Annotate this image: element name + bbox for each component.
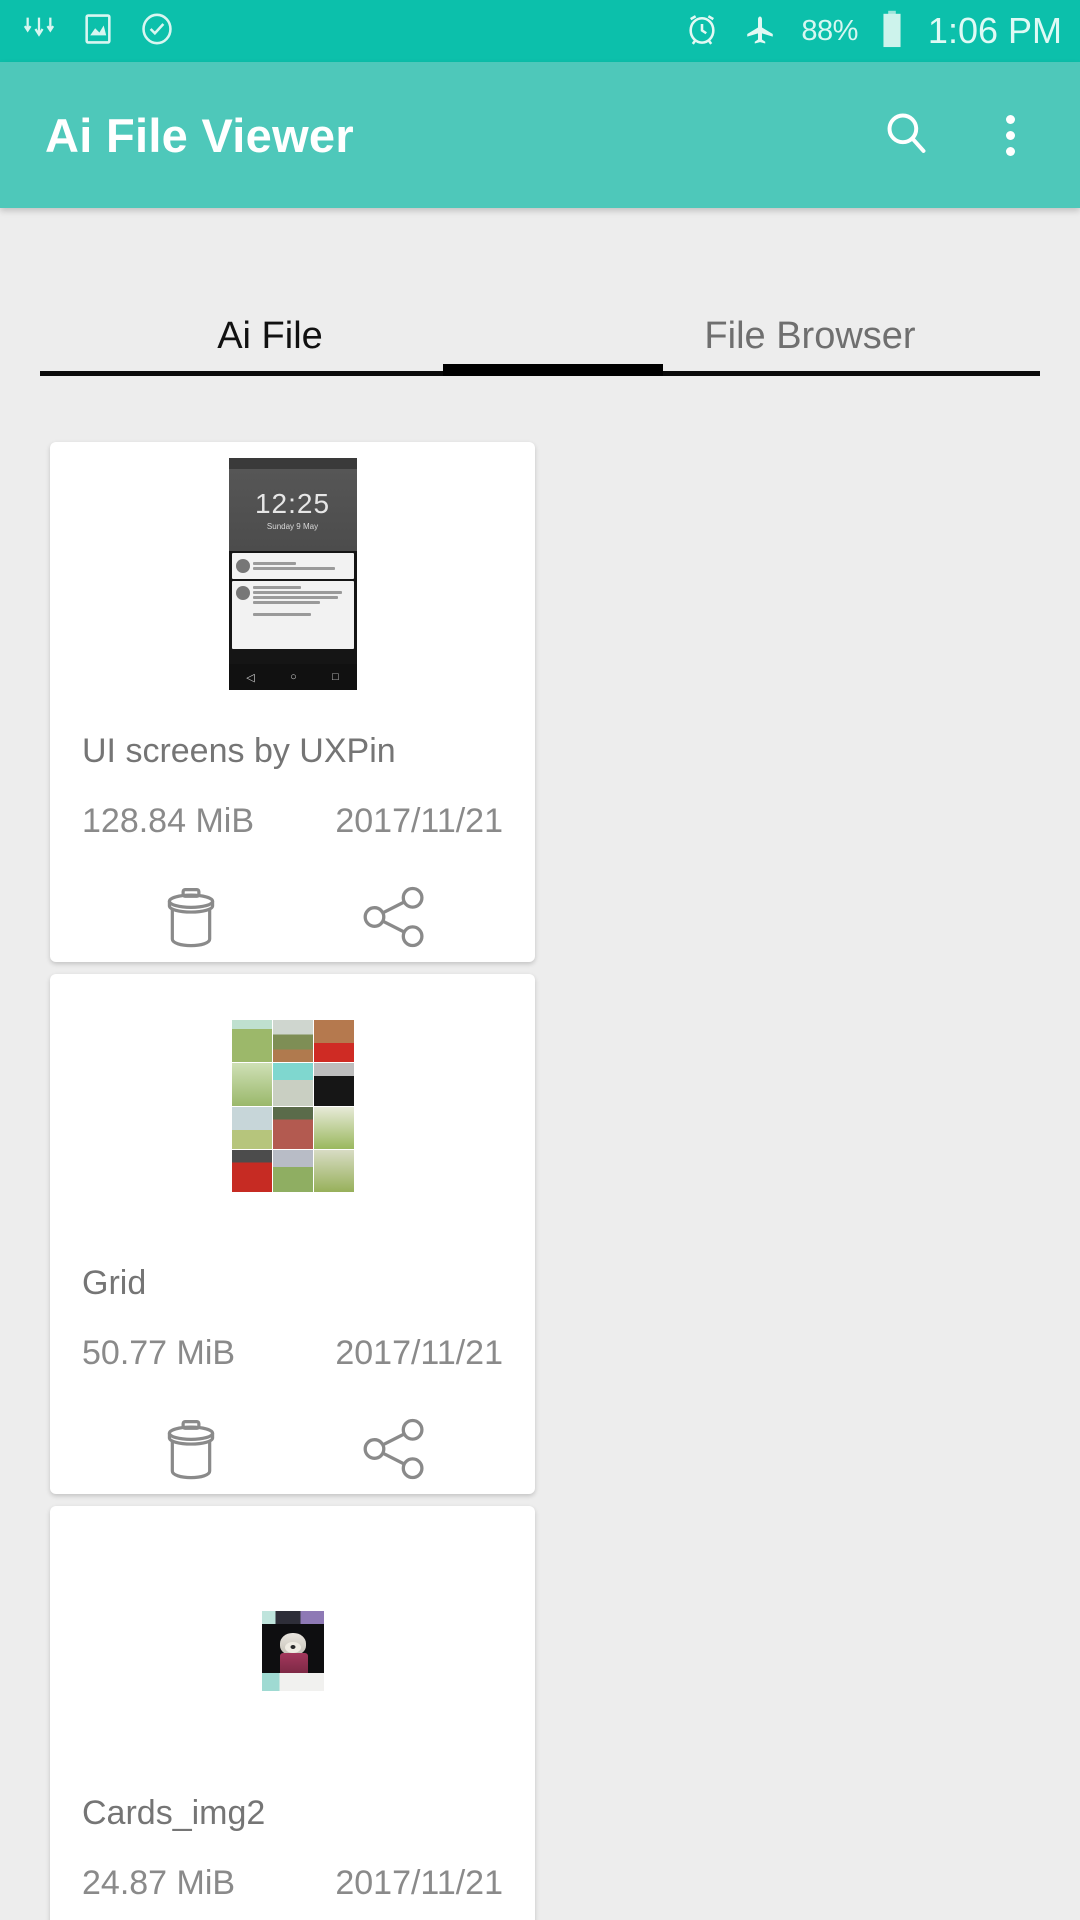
battery-icon — [880, 10, 904, 53]
file-thumbnail — [50, 974, 535, 1238]
file-actions — [50, 1403, 535, 1499]
thumbnail-clock: 12:25 — [254, 487, 331, 519]
status-bar-right-icons: 88% 1:06 PM — [685, 10, 1062, 53]
overflow-menu-icon — [1005, 114, 1015, 156]
file-card[interactable]: 12:25 Sunday 9 May ◁ ○ □ UI screens by U… — [50, 442, 535, 962]
file-size: 128.84 MiB — [82, 802, 254, 840]
search-icon — [881, 108, 931, 163]
thumbnail-date: Sunday 9 May — [266, 521, 319, 531]
file-meta: 128.84 MiB 2017/11/21 — [50, 802, 535, 841]
trash-icon — [156, 882, 226, 957]
file-date: 2017/11/21 — [335, 802, 503, 840]
overflow-menu-button[interactable] — [980, 105, 1040, 165]
file-meta: 50.77 MiB 2017/11/21 — [50, 1334, 535, 1373]
file-actions — [50, 871, 535, 967]
phone-lockscreen-thumbnail: 12:25 Sunday 9 May ◁ ○ □ — [228, 458, 357, 690]
file-thumbnail — [50, 1506, 535, 1796]
tab-active-indicator — [443, 364, 663, 376]
delete-button[interactable] — [143, 871, 239, 967]
file-card-grid: 12:25 Sunday 9 May ◁ ○ □ UI screens by U… — [0, 376, 1080, 1920]
app-bar-actions — [876, 105, 1040, 165]
share-icon — [358, 1413, 430, 1490]
file-size: 50.77 MiB — [82, 1334, 236, 1372]
check-circle-icon — [140, 12, 174, 51]
tab-bar: Ai File File Browser — [0, 208, 1080, 376]
tab-ai-file-label: Ai File — [217, 315, 323, 357]
status-bar-clock: 1:06 PM — [927, 10, 1062, 51]
page-title: Ai File Viewer — [45, 108, 354, 162]
share-button[interactable] — [346, 1403, 442, 1499]
file-meta: 24.87 MiB 2017/11/21 — [50, 1864, 535, 1903]
file-name: UI screens by UXPin — [82, 732, 396, 770]
battery-percent-label: 88% — [801, 14, 858, 47]
status-bar-left-icons — [22, 12, 174, 51]
share-button[interactable] — [346, 871, 442, 967]
file-name: Grid — [82, 1264, 147, 1302]
airplane-mode-icon — [741, 12, 779, 51]
screenshot-image-icon — [82, 12, 114, 51]
file-date: 2017/11/21 — [335, 1864, 503, 1902]
file-card[interactable]: Grid 50.77 MiB 2017/11/21 — [50, 974, 535, 1494]
delete-button[interactable] — [143, 1403, 239, 1499]
status-bar: 88% 1:06 PM — [0, 0, 1080, 62]
multi-download-icon — [22, 12, 56, 51]
app-bar: Ai File Viewer — [0, 62, 1080, 208]
dog-photo-thumbnail — [261, 1611, 324, 1691]
tab-file-browser[interactable]: File Browser — [540, 268, 1080, 376]
file-thumbnail: 12:25 Sunday 9 May ◁ ○ □ — [50, 442, 535, 706]
file-name: Cards_img2 — [82, 1794, 266, 1832]
search-button[interactable] — [876, 105, 936, 165]
share-icon — [358, 881, 430, 958]
file-date: 2017/11/21 — [335, 1334, 503, 1372]
tab-file-browser-label: File Browser — [704, 315, 916, 357]
photo-grid-thumbnail — [231, 1020, 354, 1192]
trash-icon — [156, 1414, 226, 1489]
alarm-icon — [685, 12, 719, 51]
tab-ai-file[interactable]: Ai File — [0, 268, 540, 376]
file-size: 24.87 MiB — [82, 1864, 236, 1902]
file-card[interactable]: Cards_img2 24.87 MiB 2017/11/21 — [50, 1506, 535, 1920]
